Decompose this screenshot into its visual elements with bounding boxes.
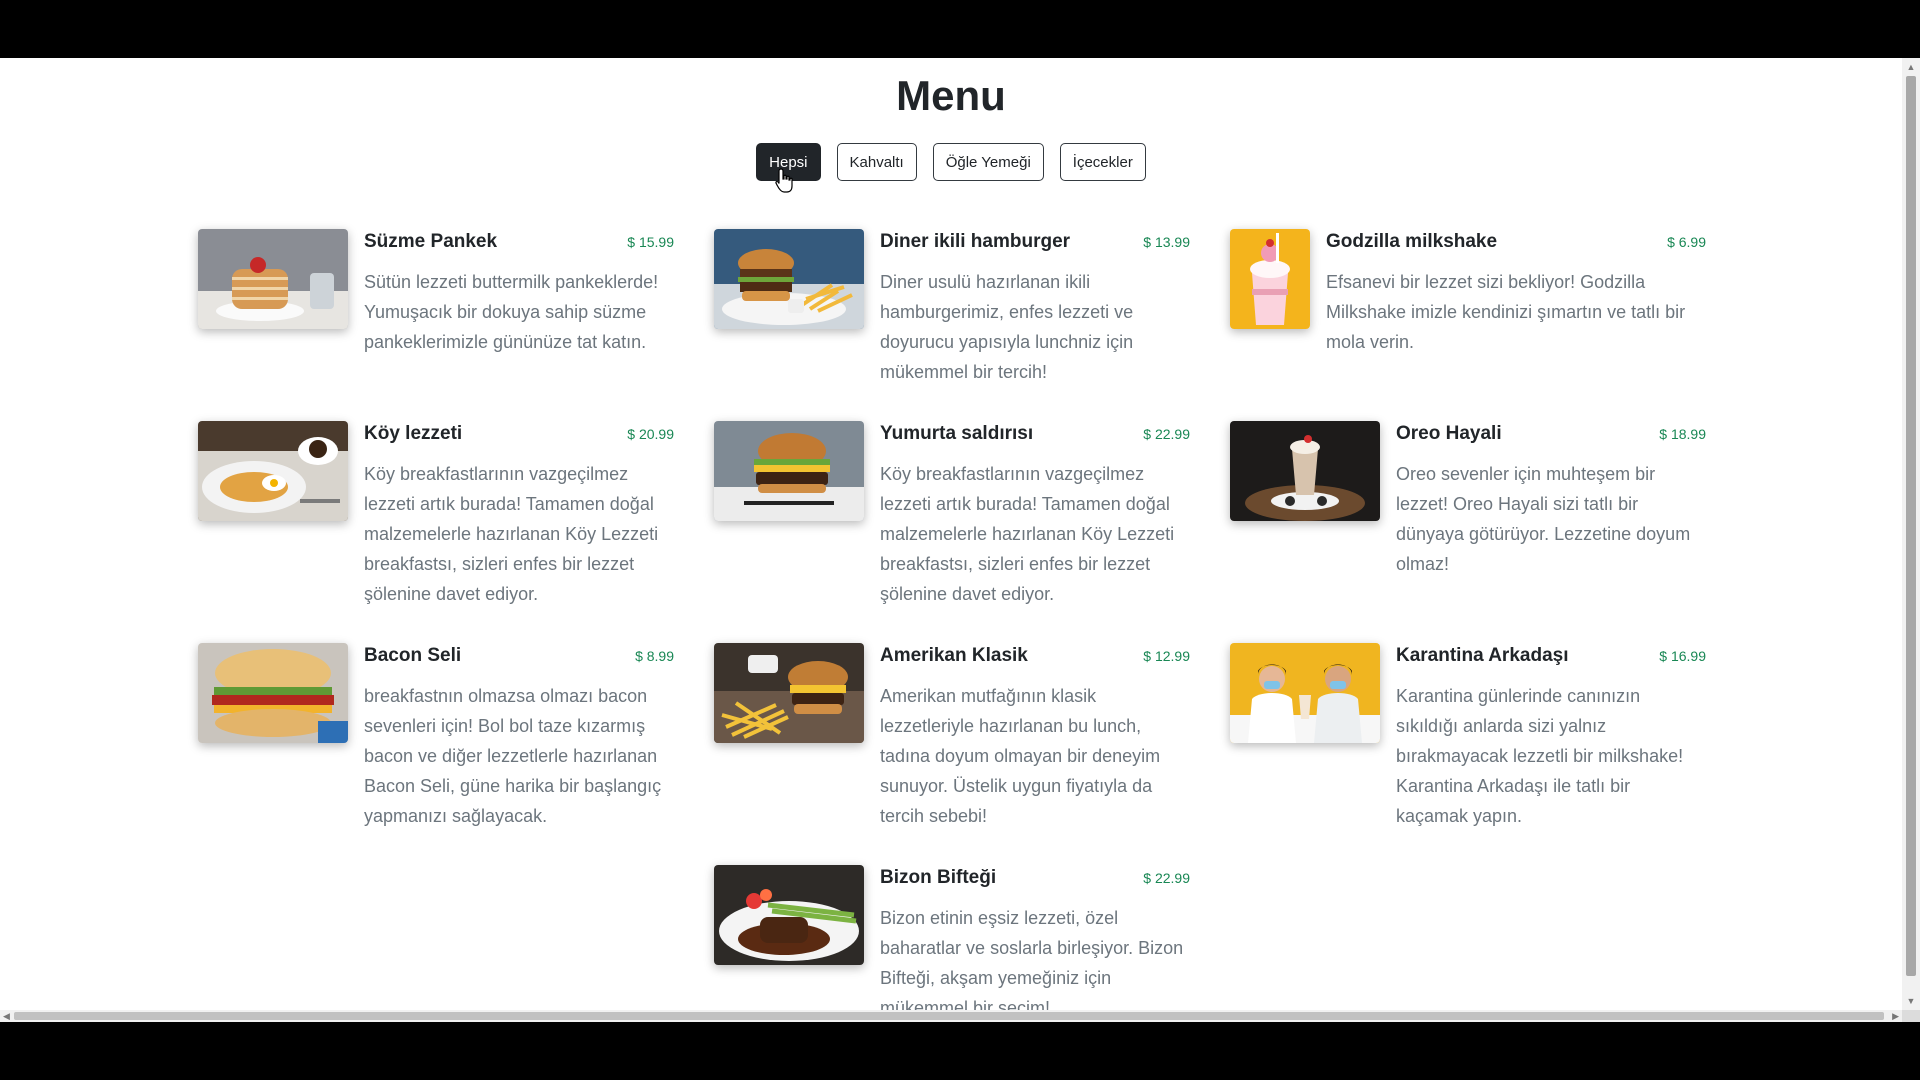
scroll-down-arrow-icon[interactable]: ▼ [1906,996,1916,1006]
pancake-photo [198,229,348,329]
browser-viewport: Menu Hepsi Kahvaltı Öğle Yemeği İçecekle… [0,58,1920,1022]
item-name: Bizon Bifteği [880,867,997,888]
filter-drinks-button[interactable]: İçecekler [1059,143,1146,181]
item-name: Yumurta saldırısı [880,423,1034,444]
item-description: Amerikan mutfağının klasik lezzetleriyle… [880,686,1161,826]
item-price: $ 20.99 [627,426,674,442]
filter-breakfast-button[interactable]: Kahvaltı [836,143,917,181]
bottom-letterbox [0,1022,1920,1080]
item-description: Efsanevi bir lezzet sizi bekliyor! Godzi… [1326,272,1686,352]
item-description: Diner usulü hazırlanan ikili hamburgerim… [880,272,1134,382]
item-price: $ 15.99 [627,234,674,250]
item-price: $ 8.99 [635,648,674,664]
bacon-sandwich-photo [198,643,348,743]
oreo-shake-photo [1230,421,1380,521]
item-description: Karantina günlerinde canınızın sıkıldığı… [1396,686,1684,826]
breakfast-photo [198,421,348,521]
vertical-scroll-thumb[interactable] [1906,76,1916,976]
steak-photo [714,865,864,965]
horizontal-scroll-thumb[interactable] [14,1012,1884,1020]
item-price: $ 22.99 [1143,870,1190,886]
menu-page: Menu Hepsi Kahvaltı Öğle Yemeği İçecekle… [0,58,1902,1010]
item-price: $ 13.99 [1143,234,1190,250]
item-price: $ 12.99 [1143,648,1190,664]
item-price: $ 22.99 [1143,426,1190,442]
item-name: Karantina Arkadaşı [1396,645,1569,666]
couple-milkshake-photo [1230,643,1380,743]
item-description: Bizon etinin eşsiz lezzeti, özel baharat… [880,908,1184,1010]
item-name: Bacon Seli [364,645,462,666]
item-name: Oreo Hayali [1396,423,1502,444]
item-name: Köy lezzeti [364,423,463,444]
item-name: Diner ikili hamburger [880,231,1071,252]
category-filter-bar: Hepsi Kahvaltı Öğle Yemeği İçecekler [0,143,1902,181]
item-name: Godzilla milkshake [1326,231,1498,252]
page-title: Menu [896,72,1006,119]
item-description: Oreo sevenler için muhteşem bir lezzet! … [1396,464,1691,574]
item-price: $ 16.99 [1659,648,1706,664]
item-name: Süzme Pankek [364,231,498,252]
item-description: Sütün lezzeti buttermilk pankeklerde! Yu… [364,272,659,352]
scroll-up-arrow-icon[interactable]: ▲ [1906,62,1916,72]
filter-lunch-button[interactable]: Öğle Yemeği [932,143,1044,181]
vertical-scrollbar[interactable]: ▲ ▼ [1902,58,1920,1010]
milkshake-photo [1230,229,1310,329]
burger-photo [714,229,864,329]
item-price: $ 18.99 [1659,426,1706,442]
scroll-left-arrow-icon[interactable]: ◀ [3,1010,10,1022]
scroll-right-arrow-icon[interactable]: ▶ [1892,1010,1899,1022]
horizontal-scrollbar[interactable]: ◀ ▶ [0,1010,1902,1022]
burger-fries-photo [714,643,864,743]
item-name: Amerikan Klasik [880,645,1028,666]
item-description: Köy breakfastlarının vazgeçilmez lezzeti… [364,464,659,604]
item-description: breakfastnın olmazsa olmazı bacon sevenl… [364,686,662,826]
item-price: $ 6.99 [1667,234,1706,250]
scrollbar-corner [1902,1010,1920,1022]
item-description: Köy breakfastlarının vazgeçilmez lezzeti… [880,464,1175,604]
top-letterbox [0,0,1920,58]
egg-burger-photo [714,421,864,521]
hand-cursor-icon [775,168,793,193]
